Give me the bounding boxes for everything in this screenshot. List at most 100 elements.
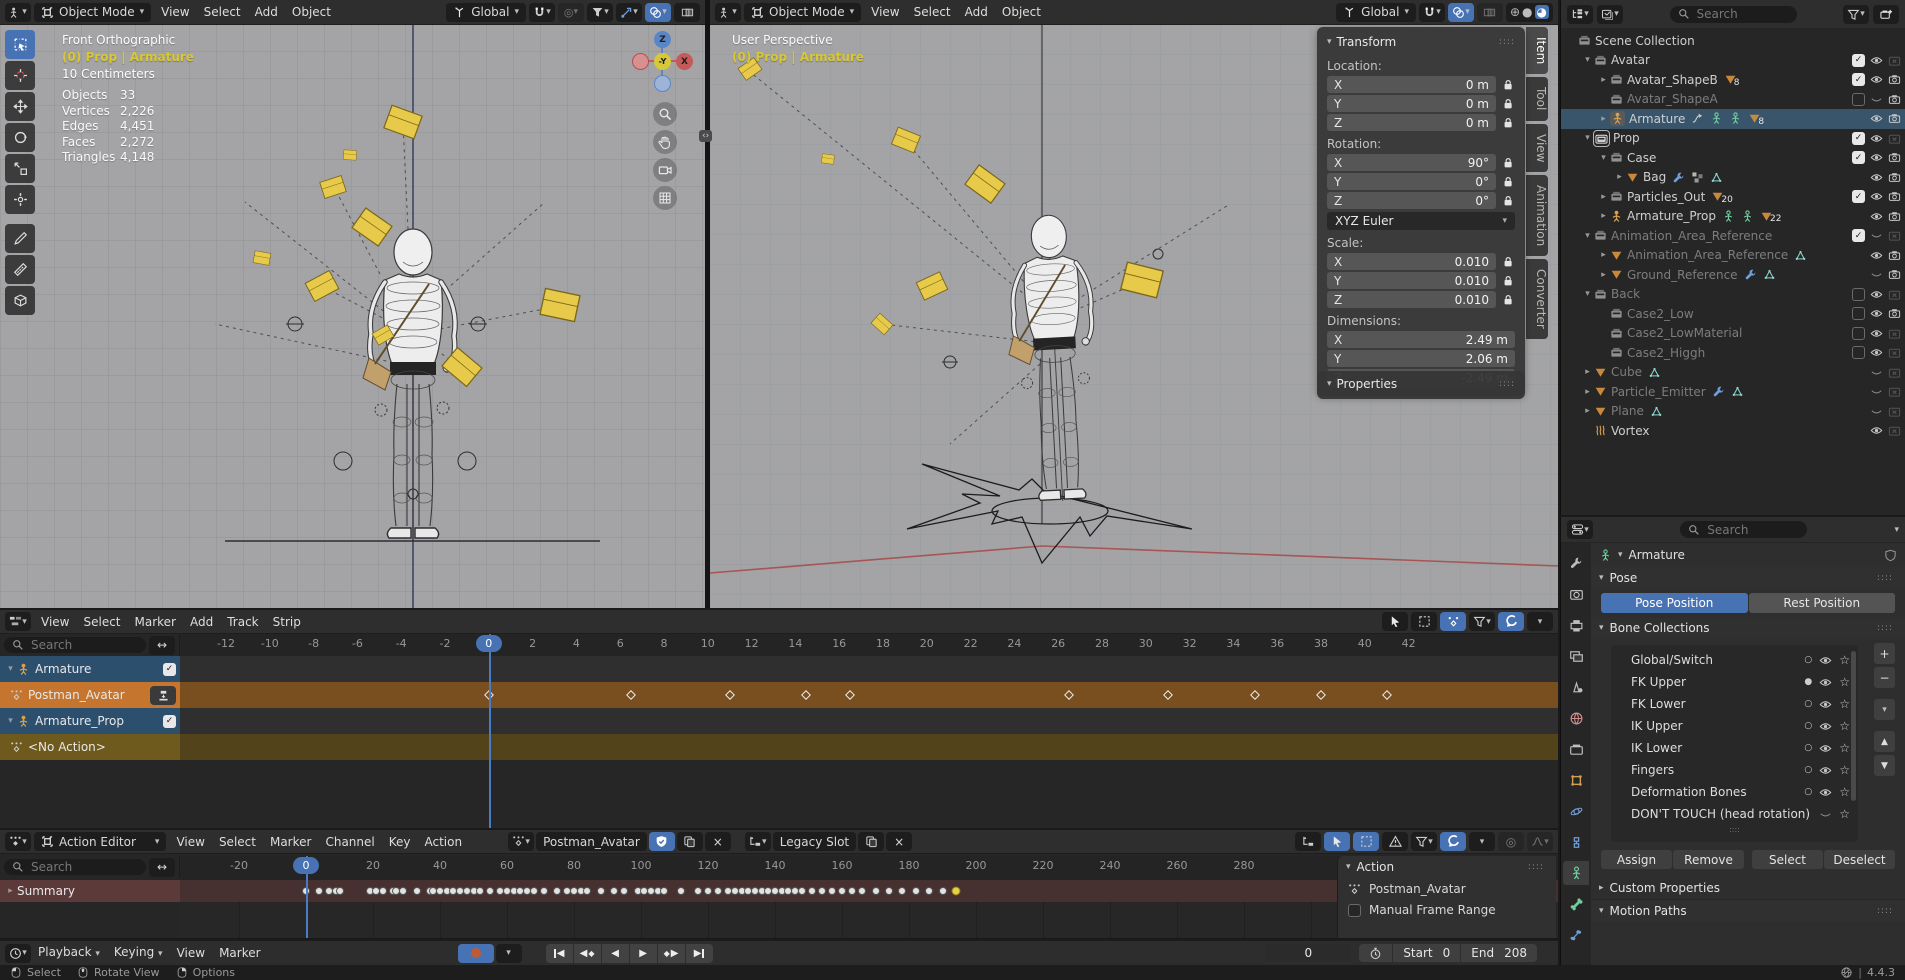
properties-editor-type[interactable]: ▾	[1567, 520, 1593, 539]
exclude-checkbox[interactable]: ✓	[1852, 73, 1865, 86]
tab-object-data[interactable]	[1563, 861, 1589, 885]
region-split-handle[interactable]: ‹›	[699, 130, 712, 142]
menu-strip[interactable]: Strip	[266, 615, 308, 629]
summary-keyframe[interactable]	[336, 887, 344, 895]
bone-collection-row[interactable]: IK Upper○☆	[1611, 715, 1858, 737]
ortho-toggle-button[interactable]	[653, 186, 677, 210]
nla-channel-armature[interactable]: ▾Armature✓	[0, 656, 180, 682]
expander[interactable]: ▸	[1581, 406, 1594, 416]
rotation-z-field[interactable]: Z0°	[1327, 192, 1515, 209]
summary-keyframe[interactable]	[848, 887, 856, 895]
bone-collection-row[interactable]: Fingers○☆	[1611, 759, 1858, 781]
nla-search[interactable]	[4, 637, 146, 653]
editor-type-button[interactable]: ▾	[5, 3, 31, 22]
show-overlays-toggle[interactable]: ▾	[645, 3, 671, 22]
menu-view[interactable]: View	[864, 5, 906, 19]
collection-visibility-icon[interactable]	[1819, 676, 1832, 689]
keying-menu[interactable]: Keying ▾	[107, 940, 170, 966]
proportional-edit-toggle[interactable]: ◎	[1498, 832, 1524, 851]
selected-keyframe[interactable]	[951, 887, 960, 896]
expander[interactable]: ▸	[1613, 172, 1626, 182]
lock-toggle[interactable]	[1501, 157, 1515, 169]
hide-eye-icon[interactable]	[1870, 405, 1883, 418]
exclude-checkbox[interactable]: ✓	[1852, 54, 1865, 67]
tool-add-cube-button[interactable]	[5, 286, 35, 315]
tab-collection[interactable]	[1563, 737, 1589, 761]
shading-wireframe-button[interactable]: ⊕	[1510, 5, 1520, 19]
layered-anim-toggle[interactable]	[1295, 832, 1321, 851]
tweak-tool-button[interactable]	[1382, 612, 1408, 631]
disable-render-icon[interactable]	[1888, 385, 1901, 398]
tool-transform-button[interactable]	[5, 185, 35, 214]
lock-toggle[interactable]	[1501, 79, 1515, 91]
mode-select[interactable]: Object Mode▾	[744, 3, 861, 22]
auto-keyframe-options[interactable]: ▾	[496, 944, 522, 963]
summary-keyframe[interactable]	[885, 887, 893, 895]
custom-properties-header[interactable]: ▸Custom Properties	[1591, 877, 1905, 899]
sidebar-tab-converter[interactable]: Converter	[1526, 259, 1548, 339]
play-reverse-button[interactable]: ◀	[602, 944, 629, 963]
tool-scale-button[interactable]	[5, 154, 35, 183]
collection-visibility-icon[interactable]	[1819, 742, 1832, 755]
scale-y-field[interactable]: Y0.010	[1327, 272, 1515, 289]
favorite-star-icon[interactable]: ☆	[1839, 741, 1850, 755]
outliner-row-avatar[interactable]: ▾Avatar✓	[1561, 51, 1905, 71]
outliner-row-armature-prop[interactable]: ▸Armature_Prop22	[1561, 207, 1905, 227]
disable-render-icon[interactable]	[1888, 132, 1901, 145]
exclude-checkbox[interactable]: ✓	[1852, 132, 1865, 145]
disable-render-icon[interactable]	[1888, 405, 1901, 418]
play-button[interactable]: ▶	[630, 944, 657, 963]
dope-mode-select[interactable]: Action Editor▾	[34, 832, 166, 851]
favorite-star-icon[interactable]: ☆	[1839, 675, 1850, 689]
hide-eye-icon[interactable]	[1870, 73, 1883, 86]
show-keyframes-toggle[interactable]	[1440, 612, 1466, 631]
menu-object[interactable]: Object	[995, 5, 1048, 19]
gizmo-x-axis[interactable]: X	[676, 53, 693, 70]
expander[interactable]: ▸	[1597, 114, 1610, 124]
menu-select[interactable]: Select	[907, 5, 958, 19]
outliner-search[interactable]	[1670, 6, 1797, 23]
menu-add[interactable]: Add	[958, 5, 995, 19]
action-name-field[interactable]: Postman_Avatar	[536, 832, 647, 851]
jump-to-start-button[interactable]: ◀	[546, 944, 573, 963]
hide-eye-icon[interactable]	[1870, 171, 1883, 184]
disable-render-icon[interactable]	[1888, 229, 1901, 242]
expander[interactable]: ▸	[1597, 75, 1610, 85]
track-mute-checkbox[interactable]: ✓	[163, 715, 176, 728]
nla-channel--no-action-[interactable]: <No Action>	[0, 734, 180, 760]
current-frame-indicator[interactable]: 0	[293, 857, 319, 874]
dope-search-input[interactable]	[29, 859, 123, 875]
sidebar-tab-animation[interactable]: Animation	[1526, 175, 1548, 256]
move-collection-up-button[interactable]: ▲	[1874, 731, 1895, 752]
track-mute-checkbox[interactable]: ✓	[163, 663, 176, 676]
unlink-slot-button[interactable]: ×	[886, 832, 912, 851]
dimensions-y-field[interactable]: Y2.06 m	[1327, 350, 1515, 367]
menu-track[interactable]: Track	[220, 615, 265, 629]
summary-keyframe[interactable]	[858, 887, 866, 895]
end-frame-field[interactable]: End208	[1461, 944, 1537, 962]
remove-button[interactable]: Remove	[1673, 850, 1744, 869]
lock-toggle[interactable]	[1501, 294, 1515, 306]
motion-paths-header[interactable]: ▾Motion Paths ::::	[1591, 899, 1905, 922]
expander[interactable]: ▾	[1581, 55, 1594, 65]
manual-frame-range-checkbox[interactable]	[1348, 904, 1361, 917]
nla-keyframe[interactable]	[801, 690, 811, 700]
outliner-row-case[interactable]: ▾Case✓	[1561, 148, 1905, 168]
transform-orientation-select[interactable]: Global▾	[446, 3, 526, 22]
expander[interactable]: ▾	[1581, 289, 1594, 299]
summary-keyframe[interactable]	[694, 887, 702, 895]
bone-collection-row[interactable]: DON'T TOUCH (head rotation)☆	[1611, 803, 1858, 825]
properties-search[interactable]	[1680, 521, 1807, 538]
only-selected-toggle[interactable]	[1324, 832, 1350, 851]
bone-collection-row[interactable]: FK Lower○☆	[1611, 693, 1858, 715]
summary-keyframe[interactable]	[530, 887, 538, 895]
expander[interactable]: ▸	[1581, 367, 1594, 377]
menu-select[interactable]: Select	[197, 5, 248, 19]
bone-collection-row[interactable]: IK Lower○☆	[1611, 737, 1858, 759]
gizmo-z-axis[interactable]: Z	[654, 31, 671, 48]
disable-render-icon[interactable]	[1888, 346, 1901, 359]
hide-eye-icon[interactable]	[1870, 132, 1883, 145]
tab-view-layer[interactable]	[1563, 644, 1589, 668]
outliner-row-scene-collection[interactable]: Scene Collection	[1561, 31, 1905, 51]
summary-keyframe[interactable]	[315, 887, 323, 895]
